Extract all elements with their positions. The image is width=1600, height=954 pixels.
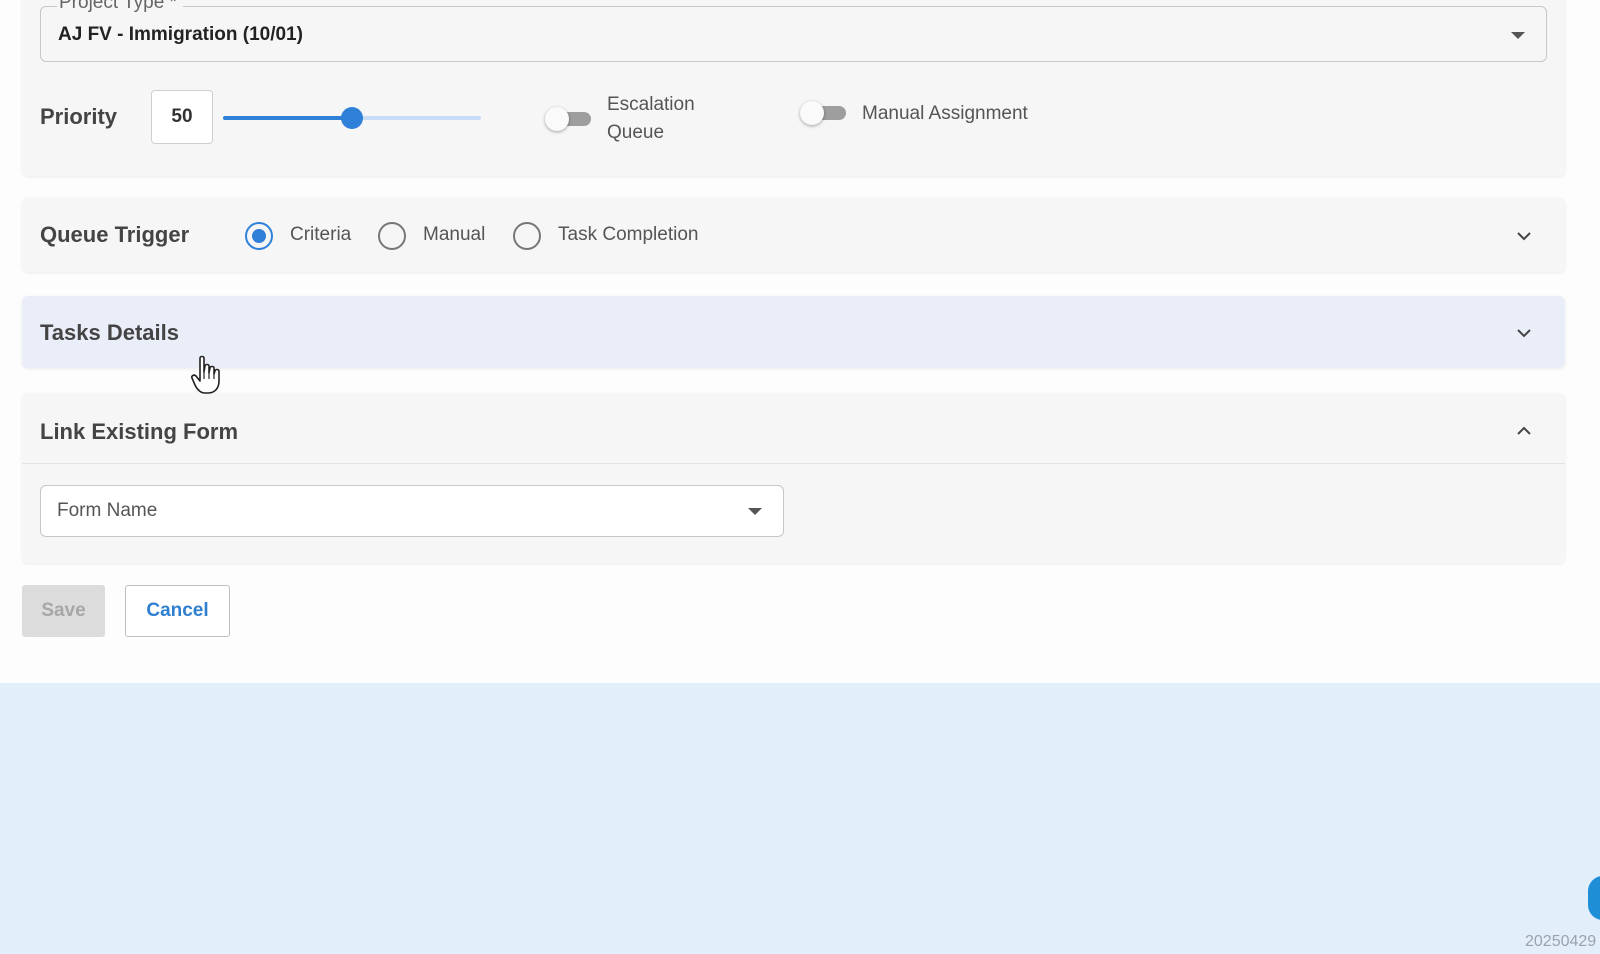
- form-name-select[interactable]: Form Name: [40, 485, 784, 537]
- radio-task-completion-label[interactable]: Task Completion: [558, 224, 698, 246]
- manual-assignment-toggle-knob: [800, 101, 824, 125]
- page: Project Type * AJ FV - Immigration (10/0…: [0, 0, 1600, 954]
- chevron-down-icon[interactable]: [1516, 228, 1532, 244]
- escalation-queue-toggle-knob: [545, 107, 569, 131]
- chevron-down-icon[interactable]: [1516, 325, 1532, 341]
- priority-slider-fill: [223, 116, 352, 120]
- help-fab-button[interactable]: [1588, 876, 1600, 920]
- manual-assignment-label: Manual Assignment: [862, 103, 1028, 124]
- section-divider: [22, 463, 1565, 464]
- save-button[interactable]: Save: [22, 585, 105, 637]
- caret-down-icon[interactable]: [1511, 32, 1525, 39]
- escalation-queue-toggle[interactable]: [545, 106, 593, 132]
- caret-down-icon[interactable]: [748, 508, 762, 515]
- page-background-band: [0, 683, 1600, 954]
- chevron-up-icon[interactable]: [1516, 423, 1532, 439]
- project-type-select[interactable]: Project Type * AJ FV - Immigration (10/0…: [40, 0, 1547, 62]
- radio-task-completion[interactable]: [513, 222, 541, 250]
- cancel-button[interactable]: Cancel: [125, 585, 230, 637]
- radio-manual-label[interactable]: Manual: [423, 224, 485, 246]
- manual-assignment-toggle[interactable]: [800, 100, 848, 126]
- priority-slider-thumb[interactable]: [341, 107, 363, 129]
- hand-pointer-cursor: [191, 355, 220, 394]
- tasks-details-title: Tasks Details: [40, 320, 180, 345]
- priority-input[interactable]: 50: [151, 90, 213, 144]
- link-existing-form-title: Link Existing Form: [40, 419, 239, 444]
- tasks-details-section[interactable]: [22, 296, 1565, 368]
- escalation-queue-label-line2: Queue: [607, 122, 665, 143]
- radio-manual[interactable]: [378, 222, 406, 250]
- radio-criteria[interactable]: [245, 222, 273, 250]
- form-name-placeholder: Form Name: [57, 500, 158, 521]
- radio-criteria-label[interactable]: Criteria: [290, 224, 351, 246]
- priority-slider[interactable]: [223, 107, 481, 129]
- version-text: 20250429: [1525, 933, 1597, 950]
- escalation-queue-label-line1: Escalation: [607, 94, 695, 115]
- project-type-label: Project Type *: [57, 0, 183, 13]
- queue-trigger-title: Queue Trigger: [40, 222, 190, 247]
- priority-label: Priority: [40, 104, 118, 129]
- project-type-value: AJ FV - Immigration (10/01): [58, 24, 303, 45]
- link-existing-form-section: [22, 393, 1565, 563]
